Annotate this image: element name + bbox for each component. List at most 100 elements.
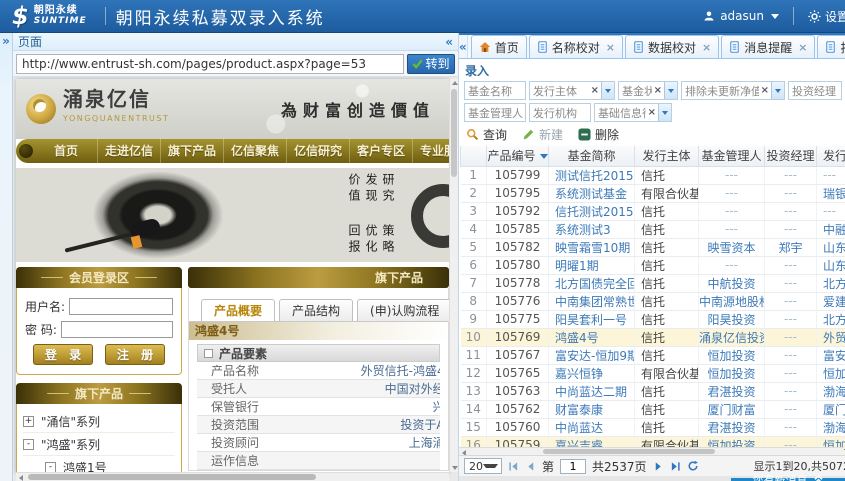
column-header[interactable]: 基金管理人 bbox=[699, 146, 765, 166]
collapse-icon[interactable]: - bbox=[23, 439, 34, 450]
site-nav-item[interactable]: 客户专区 bbox=[350, 139, 413, 163]
scroll-left-icon[interactable] bbox=[19, 475, 23, 481]
filter-combo[interactable]: 基础信息待补× bbox=[594, 103, 672, 122]
cell-name[interactable]: 中南集团常熟世纪城 bbox=[549, 292, 635, 310]
expand-panel-icon[interactable]: » bbox=[2, 34, 10, 48]
site-nav-item[interactable]: 亿信研究 bbox=[287, 139, 350, 163]
table-row[interactable]: 13105763中尚蓝达二期信托君湛投资---渤海信托 bbox=[461, 382, 845, 400]
collapse-icon[interactable]: - bbox=[45, 462, 56, 473]
scrollbar-thumb[interactable] bbox=[451, 89, 457, 177]
url-input[interactable] bbox=[16, 54, 404, 74]
table-row[interactable]: 4105785系统测试3信托------中融 bbox=[461, 220, 845, 238]
expand-icon[interactable]: + bbox=[23, 416, 34, 427]
filter-input[interactable]: 基金管理人 bbox=[464, 103, 526, 122]
vertical-scrollbar[interactable] bbox=[449, 79, 458, 472]
filter-input[interactable]: 投资经理 bbox=[788, 81, 842, 100]
cell-name[interactable]: 北方国债完全回报 bbox=[549, 274, 635, 292]
table-row[interactable]: 11105767富安达-恒加9期信托恒加投资---富安达 bbox=[461, 346, 845, 364]
search-button[interactable]: 查询 bbox=[466, 126, 507, 143]
west-collapse-strip[interactable]: » bbox=[0, 33, 13, 481]
collapse-left-icon[interactable]: « bbox=[445, 34, 453, 50]
clear-icon[interactable]: × bbox=[759, 85, 771, 96]
table-row[interactable]: 10105769鸿盛4号信托涌泉亿信投资---外贸信托 bbox=[461, 328, 845, 346]
sort-desc-icon[interactable] bbox=[540, 154, 548, 159]
cell-name[interactable]: 系统测试3 bbox=[549, 220, 635, 238]
delete-button[interactable]: 删除 bbox=[578, 126, 619, 143]
table-row[interactable]: 5105782映雪霜雪10期信托映雪资本郑宇山东信托 bbox=[461, 238, 845, 256]
column-header[interactable]: 发行主体 bbox=[635, 146, 699, 166]
page-input[interactable] bbox=[560, 459, 586, 474]
next-page-button[interactable] bbox=[653, 461, 664, 472]
table-row[interactable]: 9105775阳昊套利一号信托阳昊投资---北方信托 bbox=[461, 310, 845, 328]
create-button[interactable]: 新建 bbox=[522, 126, 563, 143]
login-button[interactable]: 登 录 bbox=[33, 344, 93, 365]
go-button[interactable]: 转到 bbox=[407, 54, 455, 74]
filter-input[interactable]: 发行机构 bbox=[529, 103, 591, 122]
chevron-down-icon[interactable] bbox=[658, 104, 671, 121]
tab-home[interactable]: 首页 bbox=[471, 35, 527, 58]
cell-name[interactable]: 鸿盛4号 bbox=[549, 328, 635, 346]
cell-name[interactable]: 嘉兴恒铮 bbox=[549, 364, 635, 382]
table-row[interactable]: 1105799测试信托20150910信托--------- bbox=[461, 166, 845, 184]
clear-icon[interactable]: × bbox=[589, 85, 601, 96]
table-horizontal-scrollbar[interactable] bbox=[459, 447, 844, 455]
table-row[interactable]: 3105792信托测试20150909信托--------- bbox=[461, 202, 845, 220]
tree-item[interactable]: +"涌信"系列 bbox=[23, 410, 175, 433]
column-header[interactable]: 基金简称 bbox=[549, 146, 635, 166]
tab-item-1[interactable]: 名称校对× bbox=[529, 35, 623, 58]
table-row[interactable]: 8105776中南集团常熟世纪城信托中南源地股权投资---爱建信托 bbox=[461, 292, 845, 310]
table-row[interactable]: 15105760中尚蓝达信托君湛投资---渤海信托 bbox=[461, 418, 845, 436]
column-header[interactable]: 发行机构 bbox=[817, 146, 845, 166]
cell-name[interactable]: 富安达-恒加9期 bbox=[549, 346, 635, 364]
site-nav-item[interactable]: 首页 bbox=[35, 139, 98, 163]
cell-name[interactable]: 映雪霜雪10期 bbox=[549, 238, 635, 256]
chevron-down-icon[interactable] bbox=[664, 82, 677, 99]
collapse-right-icon[interactable]: « bbox=[459, 35, 468, 58]
table-row[interactable]: 6105780明曜1期信托------山东信托 bbox=[461, 256, 845, 274]
scrollbar-thumb[interactable] bbox=[28, 474, 316, 480]
table-row[interactable]: 7105778北方国债完全回报信托中航投资---北方信托 bbox=[461, 274, 845, 292]
close-tab-icon[interactable]: × bbox=[606, 41, 615, 54]
site-nav-item[interactable]: 走进亿信 bbox=[98, 139, 161, 163]
column-header[interactable] bbox=[461, 146, 487, 166]
table-row[interactable]: 12105765嘉兴恒铮有限合伙基金恒加投资---恒加 bbox=[461, 364, 845, 382]
site-nav-item[interactable]: 亿信聚焦 bbox=[224, 139, 287, 163]
last-page-button[interactable] bbox=[670, 461, 681, 472]
scroll-up-icon[interactable] bbox=[452, 81, 458, 85]
cell-name[interactable]: 中尚蓝达二期 bbox=[549, 382, 635, 400]
horizontal-scrollbar[interactable] bbox=[16, 472, 449, 481]
cell-name[interactable]: 阳昊套利一号 bbox=[549, 310, 635, 328]
page-size-select[interactable]: 20 bbox=[464, 458, 502, 474]
first-page-button[interactable] bbox=[508, 461, 519, 472]
chevron-down-icon[interactable] bbox=[601, 82, 614, 99]
cell-name[interactable]: 明曜1期 bbox=[549, 256, 635, 274]
refresh-table-button[interactable] bbox=[687, 460, 699, 472]
product-tab[interactable]: 产品概要 bbox=[201, 299, 275, 321]
scrollbar-thumb[interactable] bbox=[543, 449, 715, 454]
register-button[interactable]: 注 册 bbox=[105, 344, 165, 365]
settings-button[interactable]: 设置 bbox=[808, 8, 845, 25]
cell-name[interactable]: 信托测试20150909 bbox=[549, 202, 635, 220]
username-input[interactable] bbox=[69, 298, 173, 315]
chevron-down-icon[interactable] bbox=[771, 82, 784, 99]
password-input[interactable] bbox=[61, 321, 173, 338]
column-header-sortable[interactable]: 产品编号 bbox=[487, 146, 549, 166]
filter-input[interactable]: 基金名称 bbox=[464, 81, 526, 100]
tree-item[interactable]: -鸿盛1号 bbox=[23, 456, 175, 473]
product-tab[interactable]: (申)认购流程 bbox=[357, 299, 449, 321]
table-row[interactable]: 14105762财富泰康信托厦门财富---厦门信托 bbox=[461, 400, 845, 418]
close-tab-icon[interactable]: × bbox=[798, 41, 807, 54]
scroll-down-icon[interactable] bbox=[452, 466, 458, 470]
filter-combo[interactable]: 排除未更新净值基金× bbox=[681, 81, 785, 100]
column-header[interactable]: 投资经理 bbox=[765, 146, 817, 166]
cell-name[interactable]: 系统测试基金 bbox=[549, 184, 635, 202]
close-tab-icon[interactable]: × bbox=[702, 41, 711, 54]
cell-name[interactable]: 中尚蓝达 bbox=[549, 418, 635, 436]
tab-item-4[interactable]: 扣分绩效统计× bbox=[817, 35, 845, 58]
site-nav-item[interactable]: 旗下产品 bbox=[161, 139, 224, 163]
tab-item-2[interactable]: 数据校对× bbox=[625, 35, 719, 58]
cell-name[interactable]: 财富泰康 bbox=[549, 400, 635, 418]
tab-item-3[interactable]: 消息提醒× bbox=[721, 35, 815, 58]
tree-item[interactable]: -"鸿盛"系列 bbox=[23, 433, 175, 456]
user-menu[interactable]: adasun bbox=[703, 9, 779, 23]
